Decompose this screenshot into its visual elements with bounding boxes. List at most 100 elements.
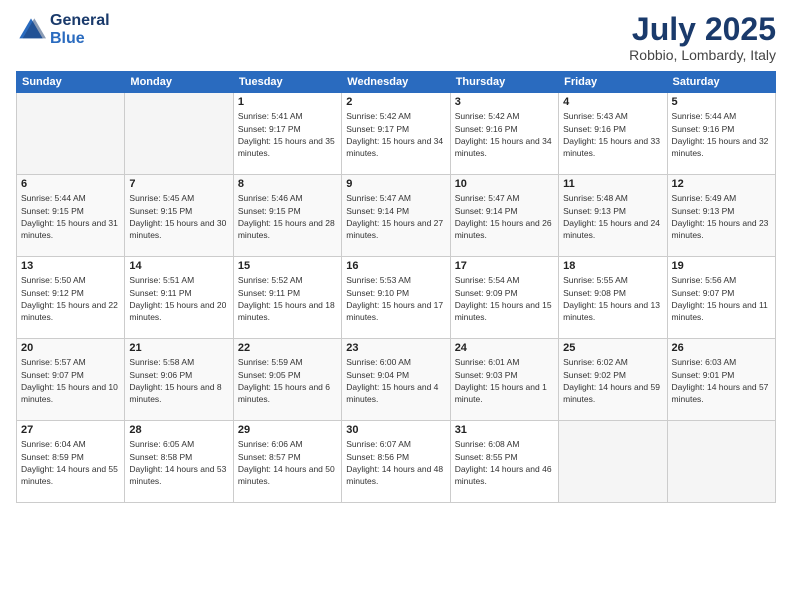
day-info: Sunrise: 5:56 AMSunset: 9:07 PMDaylight:…	[672, 274, 771, 323]
day-info: Sunrise: 5:44 AMSunset: 9:15 PMDaylight:…	[21, 192, 120, 241]
logo: General Blue	[16, 12, 110, 47]
weekday-header-friday: Friday	[559, 72, 667, 93]
day-info: Sunrise: 6:01 AMSunset: 9:03 PMDaylight:…	[455, 356, 554, 405]
month-title: July 2025	[629, 12, 776, 47]
day-cell-17: 17 Sunrise: 5:54 AMSunset: 9:09 PMDayligh…	[450, 257, 558, 339]
day-info: Sunrise: 5:42 AMSunset: 9:17 PMDaylight:…	[346, 110, 445, 159]
day-number: 20	[21, 342, 120, 354]
day-info: Sunrise: 5:47 AMSunset: 9:14 PMDaylight:…	[346, 192, 445, 241]
day-info: Sunrise: 5:45 AMSunset: 9:15 PMDaylight:…	[129, 192, 228, 241]
day-number: 27	[21, 424, 120, 436]
day-cell-4: 4 Sunrise: 5:43 AMSunset: 9:16 PMDaylight…	[559, 93, 667, 175]
week-row-3: 13 Sunrise: 5:50 AMSunset: 9:12 PMDayligh…	[17, 257, 776, 339]
day-cell-24: 24 Sunrise: 6:01 AMSunset: 9:03 PMDayligh…	[450, 339, 558, 421]
day-number: 16	[346, 260, 445, 272]
title-block: July 2025 Robbio, Lombardy, Italy	[629, 12, 776, 63]
location-title: Robbio, Lombardy, Italy	[629, 47, 776, 63]
day-number: 18	[563, 260, 662, 272]
calendar-table: SundayMondayTuesdayWednesdayThursdayFrid…	[16, 71, 776, 503]
weekday-header-wednesday: Wednesday	[342, 72, 450, 93]
day-number: 19	[672, 260, 771, 272]
day-info: Sunrise: 5:54 AMSunset: 9:09 PMDaylight:…	[455, 274, 554, 323]
day-cell-8: 8Sunrise: 5:46 AMSunset: 9:15 PMDaylight…	[233, 175, 341, 257]
day-info: Sunrise: 5:47 AMSunset: 9:14 PMDaylight:…	[455, 192, 554, 241]
day-info: Sunrise: 6:04 AMSunset: 8:59 PMDaylight:…	[21, 438, 120, 487]
day-cell-10: 10 Sunrise: 5:47 AMSunset: 9:14 PMDayligh…	[450, 175, 558, 257]
day-cell-30: 30 Sunrise: 6:07 AMSunset: 8:56 PMDayligh…	[342, 421, 450, 503]
week-row-1: 1Sunrise: 5:41 AMSunset: 9:17 PMDaylight…	[17, 93, 776, 175]
day-cell-14: 14 Sunrise: 5:51 AMSunset: 9:11 PMDayligh…	[125, 257, 233, 339]
weekday-header-tuesday: Tuesday	[233, 72, 341, 93]
day-cell-11: 11 Sunrise: 5:48 AMSunset: 9:13 PMDayligh…	[559, 175, 667, 257]
day-number: 28	[129, 424, 228, 436]
day-cell-9: 9 Sunrise: 5:47 AMSunset: 9:14 PMDaylight…	[342, 175, 450, 257]
day-number: 3	[455, 96, 554, 108]
day-info: Sunrise: 5:53 AMSunset: 9:10 PMDaylight:…	[346, 274, 445, 323]
day-cell-27: 27 Sunrise: 6:04 AMSunset: 8:59 PMDayligh…	[17, 421, 125, 503]
day-cell-3: 3Sunrise: 5:42 AMSunset: 9:16 PMDaylight…	[450, 93, 558, 175]
day-number: 5	[672, 96, 771, 108]
day-cell-31: 31 Sunrise: 6:08 AMSunset: 8:55 PMDayligh…	[450, 421, 558, 503]
day-info: Sunrise: 5:43 AMSunset: 9:16 PMDaylight:…	[563, 110, 662, 159]
day-number: 13	[21, 260, 120, 272]
day-number: 26	[672, 342, 771, 354]
day-info: Sunrise: 6:02 AMSunset: 9:02 PMDaylight:…	[563, 356, 662, 405]
weekday-header-row: SundayMondayTuesdayWednesdayThursdayFrid…	[17, 72, 776, 93]
day-number: 17	[455, 260, 554, 272]
day-info: Sunrise: 5:44 AMSunset: 9:16 PMDaylight:…	[672, 110, 771, 159]
day-cell-23: 23Sunrise: 6:00 AMSunset: 9:04 PMDayligh…	[342, 339, 450, 421]
day-cell-16: 16 Sunrise: 5:53 AMSunset: 9:10 PMDayligh…	[342, 257, 450, 339]
day-number: 31	[455, 424, 554, 436]
weekday-header-thursday: Thursday	[450, 72, 558, 93]
day-info: Sunrise: 5:57 AMSunset: 9:07 PMDaylight:…	[21, 356, 120, 405]
day-info: Sunrise: 5:48 AMSunset: 9:13 PMDaylight:…	[563, 192, 662, 241]
day-info: Sunrise: 6:03 AMSunset: 9:01 PMDaylight:…	[672, 356, 771, 405]
day-info: Sunrise: 5:52 AMSunset: 9:11 PMDaylight:…	[238, 274, 337, 323]
day-info: Sunrise: 6:07 AMSunset: 8:56 PMDaylight:…	[346, 438, 445, 487]
empty-cell	[17, 93, 125, 175]
weekday-header-monday: Monday	[125, 72, 233, 93]
day-number: 9	[346, 178, 445, 190]
day-info: Sunrise: 6:05 AMSunset: 8:58 PMDaylight:…	[129, 438, 228, 487]
day-cell-20: 20 Sunrise: 5:57 AMSunset: 9:07 PMDayligh…	[17, 339, 125, 421]
day-number: 24	[455, 342, 554, 354]
day-number: 30	[346, 424, 445, 436]
weekday-header-sunday: Sunday	[17, 72, 125, 93]
day-number: 4	[563, 96, 662, 108]
day-number: 29	[238, 424, 337, 436]
day-number: 14	[129, 260, 228, 272]
day-number: 11	[563, 178, 662, 190]
day-cell-6: 6 Sunrise: 5:44 AMSunset: 9:15 PMDaylight…	[17, 175, 125, 257]
day-cell-1: 1Sunrise: 5:41 AMSunset: 9:17 PMDaylight…	[233, 93, 341, 175]
day-info: Sunrise: 5:41 AMSunset: 9:17 PMDaylight:…	[238, 110, 337, 159]
day-number: 2	[346, 96, 445, 108]
week-row-2: 6 Sunrise: 5:44 AMSunset: 9:15 PMDaylight…	[17, 175, 776, 257]
day-number: 6	[21, 178, 120, 190]
day-info: Sunrise: 5:59 AMSunset: 9:05 PMDaylight:…	[238, 356, 337, 405]
day-info: Sunrise: 6:06 AMSunset: 8:57 PMDaylight:…	[238, 438, 337, 487]
day-cell-26: 26 Sunrise: 6:03 AMSunset: 9:01 PMDayligh…	[667, 339, 775, 421]
day-info: Sunrise: 5:51 AMSunset: 9:11 PMDaylight:…	[129, 274, 228, 323]
week-row-5: 27 Sunrise: 6:04 AMSunset: 8:59 PMDayligh…	[17, 421, 776, 503]
day-info: Sunrise: 5:46 AMSunset: 9:15 PMDaylight:…	[238, 192, 337, 241]
logo-icon	[16, 15, 46, 45]
day-cell-13: 13 Sunrise: 5:50 AMSunset: 9:12 PMDayligh…	[17, 257, 125, 339]
logo-text: General Blue	[50, 12, 110, 47]
empty-cell	[667, 421, 775, 503]
header: General Blue July 2025 Robbio, Lombardy,…	[16, 12, 776, 63]
day-number: 10	[455, 178, 554, 190]
day-info: Sunrise: 5:49 AMSunset: 9:13 PMDaylight:…	[672, 192, 771, 241]
day-info: Sunrise: 5:58 AMSunset: 9:06 PMDaylight:…	[129, 356, 228, 405]
empty-cell	[559, 421, 667, 503]
day-cell-2: 2 Sunrise: 5:42 AMSunset: 9:17 PMDaylight…	[342, 93, 450, 175]
day-cell-25: 25Sunrise: 6:02 AMSunset: 9:02 PMDayligh…	[559, 339, 667, 421]
day-cell-15: 15 Sunrise: 5:52 AMSunset: 9:11 PMDayligh…	[233, 257, 341, 339]
day-cell-22: 22Sunrise: 5:59 AMSunset: 9:05 PMDayligh…	[233, 339, 341, 421]
day-info: Sunrise: 6:08 AMSunset: 8:55 PMDaylight:…	[455, 438, 554, 487]
week-row-4: 20 Sunrise: 5:57 AMSunset: 9:07 PMDayligh…	[17, 339, 776, 421]
day-number: 15	[238, 260, 337, 272]
day-cell-28: 28 Sunrise: 6:05 AMSunset: 8:58 PMDayligh…	[125, 421, 233, 503]
day-cell-19: 19 Sunrise: 5:56 AMSunset: 9:07 PMDayligh…	[667, 257, 775, 339]
day-info: Sunrise: 5:55 AMSunset: 9:08 PMDaylight:…	[563, 274, 662, 323]
day-info: Sunrise: 5:50 AMSunset: 9:12 PMDaylight:…	[21, 274, 120, 323]
